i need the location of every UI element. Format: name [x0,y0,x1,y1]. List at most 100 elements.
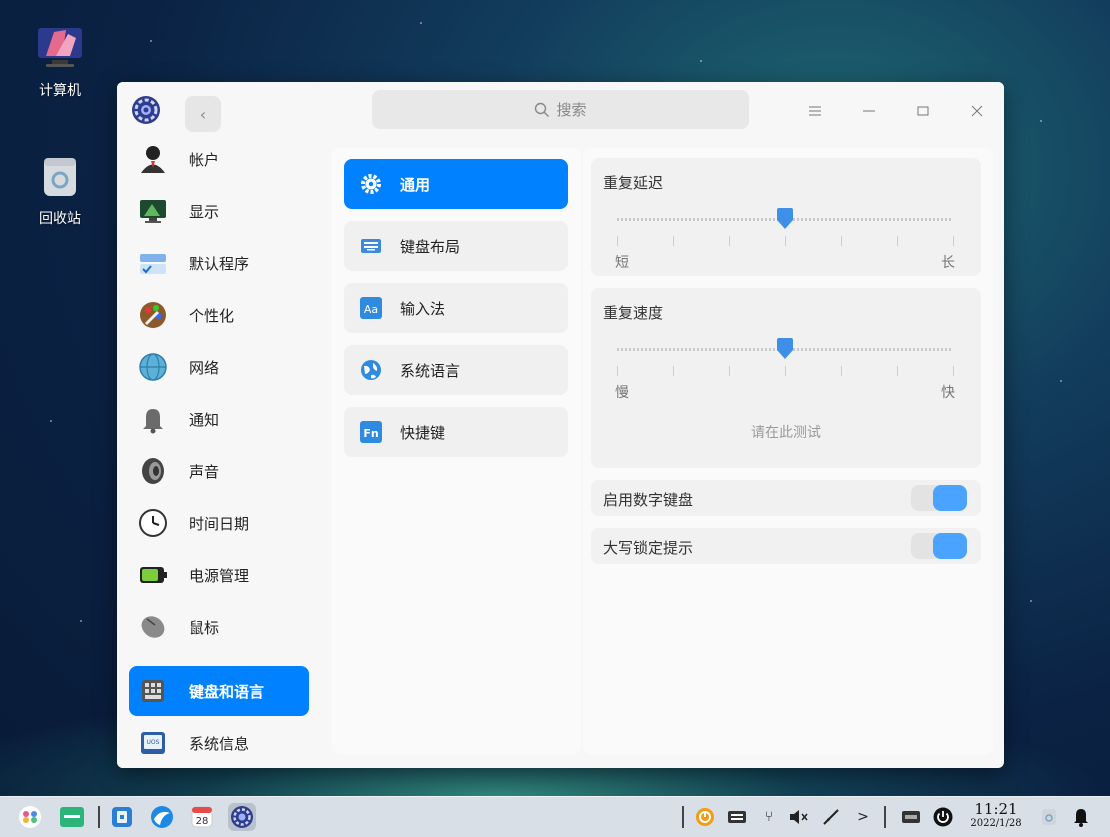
file-manager-icon [112,807,132,827]
sidebar-item-datetime[interactable]: 时间日期 [129,498,309,548]
system-info-icon: UOS [137,727,169,759]
tray-keyboard-button[interactable] [726,806,748,828]
account-icon [137,143,169,175]
slider-tick [897,366,898,376]
slider-tick [953,366,954,376]
slider-tick [841,236,842,246]
notification-bell-icon [137,403,169,435]
bell-icon [1074,809,1088,827]
usb-icon: ⑂ [764,809,774,825]
control-center-logo-icon [131,95,161,125]
repeat-rate-min-label: 慢 [615,385,629,401]
close-icon [971,105,983,117]
tray-expand-button[interactable]: > [852,806,874,828]
tray-network-button[interactable] [820,806,842,828]
sidebar: 帐户 显示 默认程序 个性化 网络 通知 声音 时间日期 电源管理 鼠标 键盘和… [117,138,322,768]
tray-update-button[interactable] [694,806,716,828]
clock-date: 2022/1/28 [970,818,1022,829]
trash-icon [36,152,84,200]
minimize-button[interactable] [855,97,883,125]
launcher-button[interactable] [16,803,44,831]
toggle-knob [933,485,967,511]
desktop-icon-label: 计算机 [39,83,81,99]
sidebar-item-personalization[interactable]: 个性化 [129,290,309,340]
star [150,40,152,42]
keyboard-subnav: 通用 键盘布局 Aa 输入法 系统语言 Fn 快捷键 [332,148,581,754]
multitask-view-icon [60,807,84,827]
numlock-label: 启用数字键盘 [603,491,694,509]
tray-volume-button[interactable] [788,806,810,828]
sidebar-item-label: 个性化 [189,306,235,325]
svg-text:UOS: UOS [147,739,160,746]
network-icon [137,351,169,383]
computer-icon [36,24,84,72]
sidebar-item-sound[interactable]: 声音 [129,446,309,496]
search-icon [535,102,550,117]
sidebar-item-display[interactable]: 显示 [129,186,309,236]
calendar-icon: 28 [191,806,213,828]
sidebar-item-account[interactable]: 帐户 [129,134,309,184]
close-button[interactable] [963,97,991,125]
back-button[interactable]: ‹ [185,96,221,132]
tray-onscreen-keyboard-button[interactable] [900,806,922,828]
search-input[interactable]: 搜索 [372,90,749,129]
calendar-button[interactable]: 28 [188,803,216,831]
keyboard-layout-icon [360,235,382,257]
multitask-view-button[interactable] [58,803,86,831]
sidebar-item-mouse[interactable]: 鼠标 [129,602,309,652]
power-button[interactable] [932,806,954,828]
desktop-trash[interactable]: 回收站 [20,152,100,228]
general-settings-panel: 重复延迟 短 长 重复速度 慢 快 请在此测试 启用数字键盘 大写锁定提示 [583,148,993,754]
display-icon [137,195,169,227]
subnav-item-label: 快捷键 [400,423,446,442]
tray-usb-button[interactable]: ⑂ [758,806,780,828]
input-method-badge: Aa [364,303,378,316]
file-manager-button[interactable] [108,803,136,831]
capslock-row: 大写锁定提示 [591,528,981,564]
control-center-window: ‹ 搜索 帐户 显示 默认程序 个性化 网络 通知 声音 时间日期 电源管理 鼠… [117,82,1004,768]
browser-icon [151,806,173,828]
sidebar-item-label: 网络 [189,358,220,377]
menu-button[interactable] [801,97,829,125]
toggle-knob [933,533,967,559]
clock[interactable]: 11:21 2022/1/28 [966,800,1026,830]
repeat-rate-slider-handle[interactable] [775,338,795,360]
capslock-toggle[interactable] [911,533,967,559]
notification-center-button[interactable] [1070,806,1092,828]
tray-trash-button[interactable] [1038,806,1060,828]
slider-tick [617,366,618,376]
sidebar-item-network[interactable]: 网络 [129,342,309,392]
maximize-button[interactable] [909,97,937,125]
battery-icon [137,559,169,591]
sidebar-item-power[interactable]: 电源管理 [129,550,309,600]
subnav-item-general[interactable]: 通用 [344,159,568,209]
speaker-icon [137,455,169,487]
repeat-rate-title: 重复速度 [603,304,664,322]
sidebar-item-default-apps[interactable]: 默认程序 [129,238,309,288]
numlock-toggle[interactable] [911,485,967,511]
control-center-taskbar-button[interactable] [228,803,256,831]
subnav-item-keyboard-layout[interactable]: 键盘布局 [344,221,568,271]
search-placeholder: 搜索 [556,101,587,119]
subnav-item-label: 输入法 [400,299,446,318]
subnav-item-system-language[interactable]: 系统语言 [344,345,568,395]
sidebar-item-label: 电源管理 [189,566,250,585]
subnav-item-shortcuts[interactable]: Fn 快捷键 [344,407,568,457]
sidebar-item-system-info[interactable]: UOS 系统信息 [129,718,309,768]
subnav-item-label: 系统语言 [400,361,461,380]
slider-tick [617,236,618,246]
capslock-label: 大写锁定提示 [603,539,694,557]
repeat-test-input[interactable]: 请在此测试 [591,422,981,442]
browser-button[interactable] [148,803,176,831]
desktop-computer[interactable]: 计算机 [20,24,100,100]
subnav-item-input-method[interactable]: Aa 输入法 [344,283,568,333]
repeat-delay-slider-handle[interactable] [775,208,795,230]
sidebar-item-label: 默认程序 [189,254,250,273]
star [1060,380,1062,382]
sidebar-item-notification[interactable]: 通知 [129,394,309,444]
sidebar-item-label: 系统信息 [189,734,250,753]
control-center-icon [231,806,253,828]
star [1030,600,1032,602]
sidebar-item-keyboard-language[interactable]: 键盘和语言 [129,666,309,716]
sidebar-item-label: 鼠标 [189,618,220,637]
